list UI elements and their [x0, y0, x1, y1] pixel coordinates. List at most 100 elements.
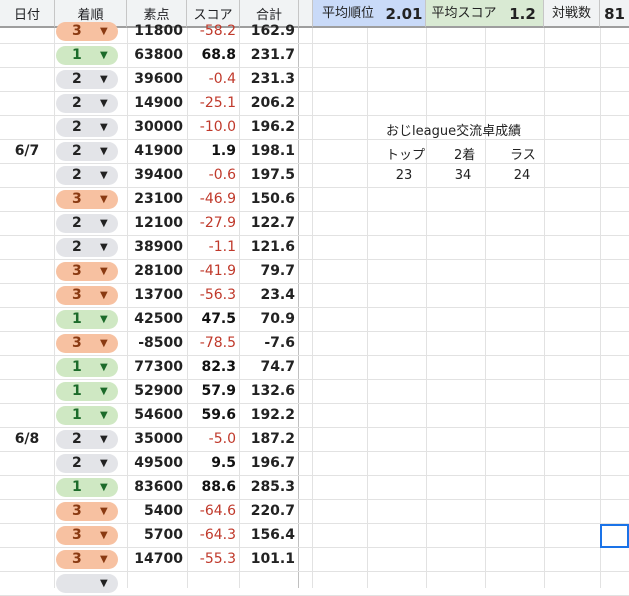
- score-cell[interactable]: -10.0: [187, 116, 239, 139]
- date-cell[interactable]: [0, 164, 54, 187]
- raw-points-cell[interactable]: 41900: [128, 140, 186, 163]
- dropdown-arrow-icon[interactable]: ▼: [100, 454, 108, 473]
- rank-dropdown[interactable]: 3 ▼: [56, 550, 118, 569]
- rank-dropdown[interactable]: 3 ▼: [56, 22, 118, 41]
- date-cell[interactable]: 6/7: [0, 140, 54, 163]
- total-cell[interactable]: 198.1: [240, 140, 298, 163]
- dropdown-arrow-icon[interactable]: ▼: [100, 478, 108, 497]
- total-cell[interactable]: 206.2: [240, 92, 298, 115]
- score-cell[interactable]: -64.3: [187, 524, 239, 547]
- date-cell[interactable]: [0, 68, 54, 91]
- total-cell[interactable]: 74.7: [240, 356, 298, 379]
- raw-points-cell[interactable]: 63800: [128, 44, 186, 67]
- total-cell[interactable]: 192.2: [240, 404, 298, 427]
- rank-dropdown[interactable]: 1 ▼: [56, 310, 118, 329]
- summary-header-second[interactable]: 2着: [454, 144, 475, 163]
- total-cell[interactable]: 79.7: [240, 260, 298, 283]
- score-cell[interactable]: -64.6: [187, 500, 239, 523]
- raw-points-cell[interactable]: 52900: [128, 380, 186, 403]
- summary-title[interactable]: おじleague交流卓成績: [386, 120, 521, 139]
- total-cell[interactable]: 187.2: [240, 428, 298, 451]
- date-cell[interactable]: [0, 92, 54, 115]
- raw-points-cell[interactable]: 38900: [128, 236, 186, 259]
- summary-value-top[interactable]: 23: [384, 168, 424, 183]
- total-cell[interactable]: [240, 572, 298, 595]
- dropdown-arrow-icon[interactable]: ▼: [100, 382, 108, 401]
- score-cell[interactable]: -25.1: [187, 92, 239, 115]
- date-cell[interactable]: [0, 212, 54, 235]
- dropdown-arrow-icon[interactable]: ▼: [100, 334, 108, 353]
- score-cell[interactable]: 9.5: [187, 452, 239, 475]
- raw-points-cell[interactable]: [128, 572, 186, 595]
- raw-points-cell[interactable]: 42500: [128, 308, 186, 331]
- date-cell[interactable]: [0, 500, 54, 523]
- date-cell[interactable]: [0, 452, 54, 475]
- dropdown-arrow-icon[interactable]: ▼: [100, 118, 108, 137]
- rank-dropdown[interactable]: 2 ▼: [56, 454, 118, 473]
- date-cell[interactable]: [0, 548, 54, 571]
- rank-dropdown[interactable]: ▼: [56, 574, 118, 593]
- dropdown-arrow-icon[interactable]: ▼: [100, 574, 108, 593]
- score-cell[interactable]: -41.9: [187, 260, 239, 283]
- raw-points-cell[interactable]: 12100: [128, 212, 186, 235]
- raw-points-cell[interactable]: 5400: [128, 500, 186, 523]
- total-cell[interactable]: 121.6: [240, 236, 298, 259]
- dropdown-arrow-icon[interactable]: ▼: [100, 286, 108, 305]
- date-cell[interactable]: [0, 236, 54, 259]
- score-cell[interactable]: [187, 572, 239, 595]
- score-cell[interactable]: 88.6: [187, 476, 239, 499]
- raw-points-cell[interactable]: 54600: [128, 404, 186, 427]
- raw-points-cell[interactable]: 14900: [128, 92, 186, 115]
- raw-points-cell[interactable]: 83600: [128, 476, 186, 499]
- dropdown-arrow-icon[interactable]: ▼: [100, 46, 108, 65]
- dropdown-arrow-icon[interactable]: ▼: [100, 22, 108, 41]
- score-cell[interactable]: 82.3: [187, 356, 239, 379]
- raw-points-cell[interactable]: 77300: [128, 356, 186, 379]
- total-cell[interactable]: 220.7: [240, 500, 298, 523]
- rank-dropdown[interactable]: 1 ▼: [56, 46, 118, 65]
- rank-dropdown[interactable]: 1 ▼: [56, 406, 118, 425]
- raw-points-cell[interactable]: 49500: [128, 452, 186, 475]
- raw-points-cell[interactable]: 28100: [128, 260, 186, 283]
- rank-dropdown[interactable]: 1 ▼: [56, 382, 118, 401]
- total-cell[interactable]: 23.4: [240, 284, 298, 307]
- raw-points-cell[interactable]: 35000: [128, 428, 186, 451]
- rank-dropdown[interactable]: 2 ▼: [56, 118, 118, 137]
- date-cell[interactable]: [0, 332, 54, 355]
- rank-dropdown[interactable]: 1 ▼: [56, 478, 118, 497]
- score-cell[interactable]: 57.9: [187, 380, 239, 403]
- score-cell[interactable]: -55.3: [187, 548, 239, 571]
- score-cell[interactable]: -46.9: [187, 188, 239, 211]
- dropdown-arrow-icon[interactable]: ▼: [100, 310, 108, 329]
- rank-dropdown[interactable]: 2 ▼: [56, 238, 118, 257]
- raw-points-cell[interactable]: 14700: [128, 548, 186, 571]
- rank-dropdown[interactable]: 2 ▼: [56, 94, 118, 113]
- total-cell[interactable]: 285.3: [240, 476, 298, 499]
- total-cell[interactable]: 196.2: [240, 116, 298, 139]
- date-cell[interactable]: [0, 284, 54, 307]
- date-cell[interactable]: [0, 524, 54, 547]
- total-cell[interactable]: 231.3: [240, 68, 298, 91]
- dropdown-arrow-icon[interactable]: ▼: [100, 430, 108, 449]
- dropdown-arrow-icon[interactable]: ▼: [100, 166, 108, 185]
- rank-dropdown[interactable]: 2 ▼: [56, 142, 118, 161]
- rank-dropdown[interactable]: 2 ▼: [56, 430, 118, 449]
- date-cell[interactable]: [0, 44, 54, 67]
- score-cell[interactable]: 47.5: [187, 308, 239, 331]
- rank-dropdown[interactable]: 2 ▼: [56, 214, 118, 233]
- date-cell[interactable]: [0, 188, 54, 211]
- score-cell[interactable]: -1.1: [187, 236, 239, 259]
- dropdown-arrow-icon[interactable]: ▼: [100, 550, 108, 569]
- raw-points-cell[interactable]: 5700: [128, 524, 186, 547]
- date-cell[interactable]: [0, 260, 54, 283]
- total-cell[interactable]: 231.7: [240, 44, 298, 67]
- date-cell[interactable]: [0, 20, 54, 43]
- total-cell[interactable]: 132.6: [240, 380, 298, 403]
- total-cell[interactable]: 197.5: [240, 164, 298, 187]
- summary-value-last[interactable]: 24: [502, 168, 542, 183]
- dropdown-arrow-icon[interactable]: ▼: [100, 262, 108, 281]
- rank-dropdown[interactable]: 3 ▼: [56, 526, 118, 545]
- raw-points-cell[interactable]: -8500: [128, 332, 186, 355]
- raw-points-cell[interactable]: 39600: [128, 68, 186, 91]
- date-cell[interactable]: [0, 308, 54, 331]
